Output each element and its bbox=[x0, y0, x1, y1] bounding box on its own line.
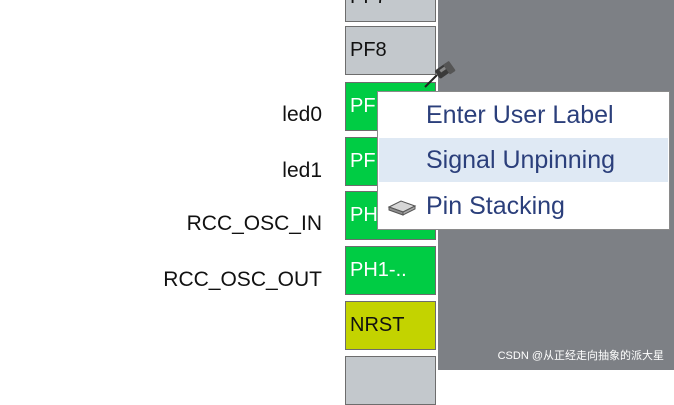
menu-item-label: Enter User Label bbox=[426, 101, 614, 129]
signal-label-rcc-osc-in[interactable]: RCC_OSC_IN bbox=[187, 210, 322, 238]
signal-label-rcc-osc-out[interactable]: RCC_OSC_OUT bbox=[163, 266, 322, 294]
menu-item-label: Pin Stacking bbox=[426, 192, 565, 220]
pin-next[interactable] bbox=[345, 356, 436, 405]
menu-item-pin-stacking[interactable]: Pin Stacking bbox=[379, 184, 668, 228]
signal-label-led0[interactable]: led0 bbox=[282, 101, 322, 129]
pin-nrst[interactable]: NRST bbox=[345, 301, 436, 350]
pushpin-icon bbox=[424, 61, 456, 88]
pin-ph1-osc-out[interactable]: PH1-.. bbox=[345, 246, 436, 295]
pin-context-menu: Enter User Label Signal Unpinning Pin St… bbox=[377, 91, 670, 230]
pin-pf7[interactable]: PF7 bbox=[345, 0, 436, 22]
pinout-view: led0 led1 RCC_OSC_IN RCC_OSC_OUT PF7 PF8… bbox=[0, 0, 674, 405]
menu-item-signal-unpinning[interactable]: Signal Unpinning bbox=[379, 138, 668, 182]
menu-item-label: Signal Unpinning bbox=[426, 146, 616, 174]
stack-icon bbox=[387, 200, 417, 216]
menu-item-enter-user-label[interactable]: Enter User Label bbox=[379, 93, 668, 137]
watermark: CSDN @从正经走向抽象的派大星 bbox=[497, 350, 664, 362]
signal-label-led1[interactable]: led1 bbox=[282, 157, 322, 185]
